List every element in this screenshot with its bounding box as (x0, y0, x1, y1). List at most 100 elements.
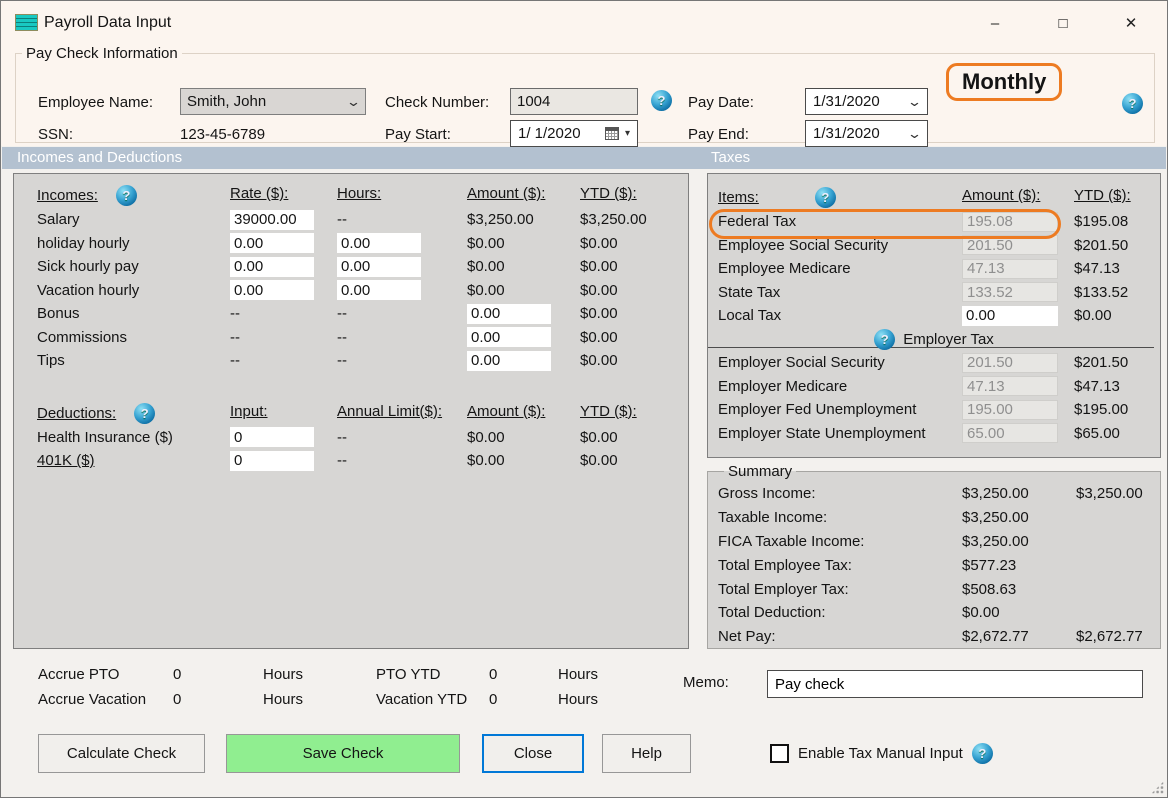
federal-tax-ytd: $195.08 (1074, 213, 1160, 230)
tax-row-er-medicare: Employer Medicare $47.13 (718, 375, 1160, 399)
income-label: Commissions (37, 329, 230, 346)
calendar-icon (605, 127, 619, 140)
employer-tax-help-icon[interactable]: ? (874, 329, 895, 350)
pay-start-datepicker[interactable]: 1/ 1/2020 ▾ (510, 120, 638, 147)
vacation-rate-input[interactable] (230, 280, 314, 300)
bonus-ytd: $0.00 (580, 305, 688, 322)
tips-amount-input[interactable] (467, 351, 551, 371)
tax-manual-help-icon[interactable]: ? (972, 743, 993, 764)
summary-label: Total Employer Tax: (718, 581, 962, 598)
tax-ytd-header: YTD ($): (1074, 187, 1160, 204)
commissions-amount-input[interactable] (467, 327, 551, 347)
summary-row: Taxable Income:$3,250.00 (718, 506, 1160, 530)
employee-name-value: Smith, John (187, 93, 348, 110)
calculate-check-button[interactable]: Calculate Check (38, 734, 205, 773)
summary-current: $2,672.77 (962, 628, 1076, 645)
paycheck-info-legend: Pay Check Information (22, 45, 182, 62)
pay-date-dropdown[interactable]: 1/31/2020 ⌄ (805, 88, 928, 115)
local-tax-input[interactable] (962, 306, 1058, 326)
memo-input[interactable] (767, 670, 1143, 698)
save-check-button[interactable]: Save Check (226, 734, 460, 773)
k401-ytd: $0.00 (580, 452, 688, 469)
summary-current: $3,250.00 (962, 533, 1076, 550)
health-insurance-input[interactable] (230, 427, 314, 447)
bonus-amount-input[interactable] (467, 304, 551, 324)
chevron-down-icon: ⌄ (346, 95, 361, 108)
summary-label: Total Deduction: (718, 604, 962, 621)
deduction-ytd-header: YTD ($): (580, 403, 688, 420)
pay-end-label: Pay End: (688, 126, 749, 143)
summary-row: FICA Taxable Income:$3,250.00 (718, 530, 1160, 554)
deduction-row-health: Health Insurance ($) -- $0.00 $0.00 (37, 426, 688, 450)
payroll-dialog-window: Payroll Data Input – □ ✕ Pay Check Infor… (0, 0, 1168, 798)
bonus-hours: -- (337, 305, 467, 322)
summary-groupbox: Summary Gross Income:$3,250.00$3,250.00 … (707, 463, 1161, 649)
summary-label: Total Employee Tax: (718, 557, 962, 574)
income-row-sick: Sick hourly pay $0.00 $0.00 (37, 255, 688, 279)
k401-input[interactable] (230, 451, 314, 471)
income-row-holiday: holiday hourly $0.00 $0.00 (37, 232, 688, 256)
commissions-rate: -- (230, 329, 337, 346)
income-row-commissions: Commissions -- -- $0.00 (37, 326, 688, 350)
pay-end-value: 1/31/2020 (813, 125, 909, 142)
employer-medicare-ytd: $47.13 (1074, 378, 1160, 395)
tips-rate: -- (230, 352, 337, 369)
pto-ytd-label: PTO YTD (376, 666, 489, 683)
memo-label: Memo: (683, 674, 729, 691)
enable-tax-manual-checkbox[interactable] (770, 744, 789, 763)
deductions-help-icon[interactable]: ? (134, 403, 155, 424)
summary-row: Total Employee Tax:$577.23 (718, 553, 1160, 577)
vacation-amount: $0.00 (467, 282, 580, 299)
employer-state-unemployment-ytd: $65.00 (1074, 425, 1160, 442)
close-button[interactable]: Close (482, 734, 584, 773)
close-icon[interactable]: ✕ (1117, 9, 1145, 37)
sick-hours-input[interactable] (337, 257, 421, 277)
incomes-help-icon[interactable]: ? (116, 185, 137, 206)
resize-grip[interactable] (1151, 781, 1164, 794)
salary-amount: $3,250.00 (467, 211, 580, 228)
summary-row: Gross Income:$3,250.00$3,250.00 (718, 482, 1160, 506)
pay-end-dropdown[interactable]: 1/31/2020 ⌄ (805, 120, 928, 147)
vacation-ytd-value: 0 (489, 691, 558, 708)
tax-manual-input-row: Enable Tax Manual Input ? (770, 743, 993, 764)
pay-start-label: Pay Start: (385, 126, 451, 143)
paycheck-help-icon[interactable]: ? (1122, 93, 1143, 114)
employee-medicare-ytd: $47.13 (1074, 260, 1160, 277)
tax-label: Federal Tax (718, 213, 962, 230)
tax-label: Employer Fed Unemployment (718, 401, 962, 418)
vacation-hours-input[interactable] (337, 280, 421, 300)
employer-ss-input (962, 353, 1058, 373)
holiday-hours-input[interactable] (337, 233, 421, 253)
ytd-header: YTD ($): (580, 185, 688, 202)
employee-ss-ytd: $201.50 (1074, 237, 1160, 254)
check-number-input[interactable]: 1004 (510, 88, 638, 115)
employee-name-combobox[interactable]: Smith, John ⌄ (180, 88, 366, 115)
deductions-header: Deductions: (37, 405, 116, 422)
employer-fed-unemployment-ytd: $195.00 (1074, 401, 1160, 418)
tax-label: Employer Social Security (718, 354, 962, 371)
dropdown-arrow-icon: ▾ (625, 128, 630, 139)
sick-rate-input[interactable] (230, 257, 314, 277)
health-limit: -- (337, 429, 467, 446)
salary-hours: -- (337, 211, 467, 228)
salary-rate-input[interactable] (230, 210, 314, 230)
amount-header: Amount ($): (467, 185, 580, 202)
help-button[interactable]: Help (602, 734, 691, 773)
tax-row-federal: Federal Tax $195.08 (718, 210, 1160, 234)
accrue-vacation-label: Accrue Vacation (38, 691, 173, 708)
deduction-401k-link[interactable]: 401K ($) (37, 452, 230, 469)
taxes-help-icon[interactable]: ? (815, 187, 836, 208)
income-row-vacation: Vacation hourly $0.00 $0.00 (37, 279, 688, 303)
summary-legend: Summary (724, 463, 796, 480)
minimize-icon[interactable]: – (981, 9, 1009, 37)
holiday-rate-input[interactable] (230, 233, 314, 253)
check-number-value: 1004 (517, 93, 550, 110)
top-region: Payroll Data Input – □ ✕ Pay Check Infor… (1, 1, 1167, 146)
annual-limit-header: Annual Limit($): (337, 403, 467, 420)
maximize-icon[interactable]: □ (1049, 9, 1077, 37)
check-number-help-icon[interactable]: ? (651, 90, 672, 111)
pay-frequency-badge: Monthly (946, 63, 1062, 101)
chevron-down-icon: ⌄ (907, 127, 922, 140)
deductions-header-row: Deductions:? Input: Annual Limit($): Amo… (37, 400, 688, 426)
summary-current: $0.00 (962, 604, 1076, 621)
